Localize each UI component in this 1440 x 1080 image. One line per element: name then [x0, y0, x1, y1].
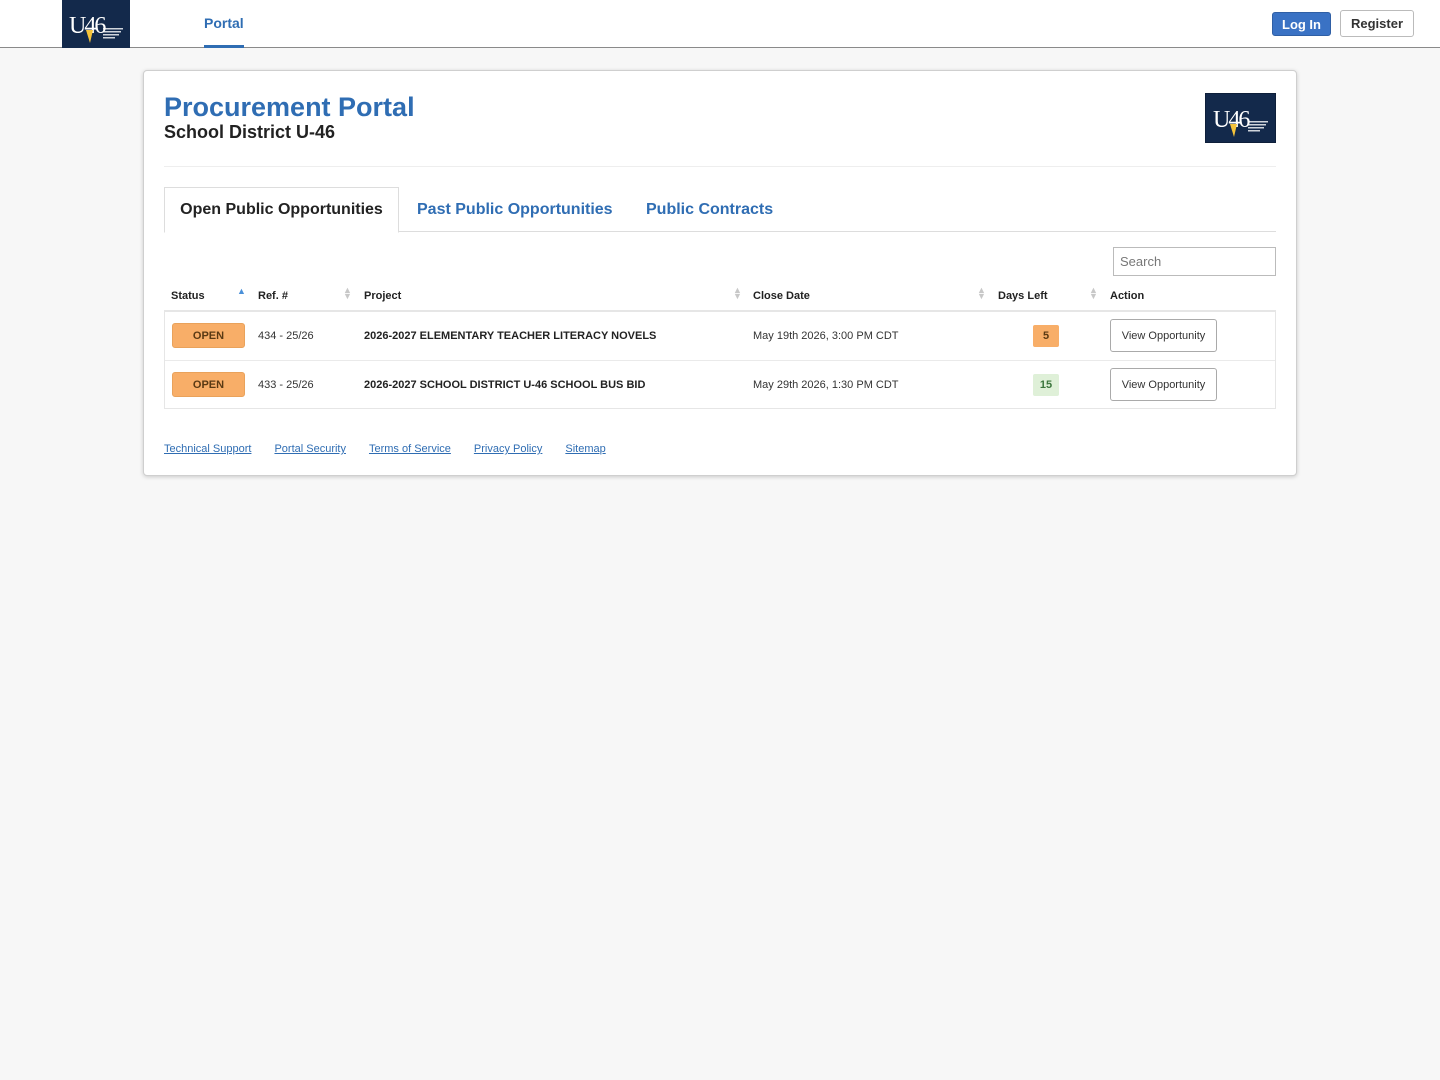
column-header-status[interactable]: Status — [171, 281, 205, 310]
footer-link-portal-security[interactable]: Portal Security — [274, 443, 346, 455]
page-subtitle: School District U-46 — [164, 122, 336, 142]
sort-both-icon[interactable]: ▲ ▼ — [733, 286, 742, 301]
footer-link-technical-support[interactable]: Technical Support — [164, 443, 251, 455]
days-left-badge: 15 — [1033, 373, 1059, 396]
district-logo[interactable]: U46 — [62, 0, 130, 48]
status-badge: OPEN — [172, 323, 245, 348]
sort-both-icon[interactable]: ▲ ▼ — [1089, 286, 1098, 301]
footer-link-terms[interactable]: Terms of Service — [369, 443, 451, 455]
sort-asc-icon[interactable]: ▲ — [237, 287, 246, 296]
table-body: OPEN 434 - 25/26 2026-2027 ELEMENTARY TE… — [164, 312, 1276, 409]
register-button[interactable]: Register — [1340, 10, 1414, 37]
tab-open-opportunities[interactable]: Open Public Opportunities — [164, 187, 399, 233]
opportunity-tabs: Open Public Opportunities Past Public Op… — [164, 187, 1276, 233]
column-header-project[interactable]: Project — [364, 281, 401, 310]
u46-logo-icon: U46 — [1206, 94, 1275, 142]
header-divider — [164, 166, 1276, 167]
table-row: OPEN 433 - 25/26 2026-2027 SCHOOL DISTRI… — [165, 360, 1275, 408]
column-header-close-date[interactable]: Close Date — [753, 281, 810, 310]
view-opportunity-button[interactable]: View Opportunity — [1110, 319, 1217, 352]
tab-past-opportunities[interactable]: Past Public Opportunities — [417, 187, 613, 232]
sort-both-icon[interactable]: ▲ ▼ — [343, 286, 352, 301]
days-left-badge: 5 — [1033, 324, 1059, 347]
column-header-ref[interactable]: Ref. # — [258, 281, 288, 310]
project-name: 2026-2027 ELEMENTARY TEACHER LITERACY NO… — [364, 329, 657, 342]
sort-both-icon[interactable]: ▲ ▼ — [977, 286, 986, 301]
column-header-action: Action — [1110, 290, 1145, 302]
tab-public-contracts[interactable]: Public Contracts — [646, 187, 773, 232]
project-name: 2026-2027 SCHOOL DISTRICT U-46 SCHOOL BU… — [364, 378, 646, 391]
status-badge: OPEN — [172, 372, 245, 397]
footer-link-privacy[interactable]: Privacy Policy — [474, 443, 542, 455]
view-opportunity-button[interactable]: View Opportunity — [1110, 368, 1217, 401]
login-button[interactable]: Log In — [1272, 12, 1331, 36]
footer-links: Technical Support Portal Security Terms … — [164, 443, 606, 455]
search-input[interactable] — [1113, 247, 1276, 276]
ref-number: 433 - 25/26 — [258, 378, 314, 391]
column-header-days-left[interactable]: Days Left — [998, 281, 1048, 310]
footer-link-sitemap[interactable]: Sitemap — [565, 443, 605, 455]
district-logo-large: U46 — [1205, 93, 1276, 143]
portal-card: Procurement Portal School District U-46 … — [143, 70, 1297, 476]
table-row: OPEN 434 - 25/26 2026-2027 ELEMENTARY TE… — [165, 312, 1275, 360]
table-header: Status ▲ Ref. # ▲ ▼ Project ▲ ▼ Close Date… — [164, 281, 1276, 312]
top-navbar: U46 Portal Log In Register — [0, 0, 1440, 48]
nav-tab-portal[interactable]: Portal — [204, 0, 244, 48]
close-date: May 29th 2026, 1:30 PM CDT — [753, 378, 899, 391]
page-title: Procurement Portal — [164, 92, 415, 122]
u46-logo-icon: U46 — [62, 0, 130, 48]
opportunities-table: Status ▲ Ref. # ▲ ▼ Project ▲ ▼ Close Date… — [164, 281, 1276, 409]
close-date: May 19th 2026, 3:00 PM CDT — [753, 329, 899, 342]
ref-number: 434 - 25/26 — [258, 329, 314, 342]
